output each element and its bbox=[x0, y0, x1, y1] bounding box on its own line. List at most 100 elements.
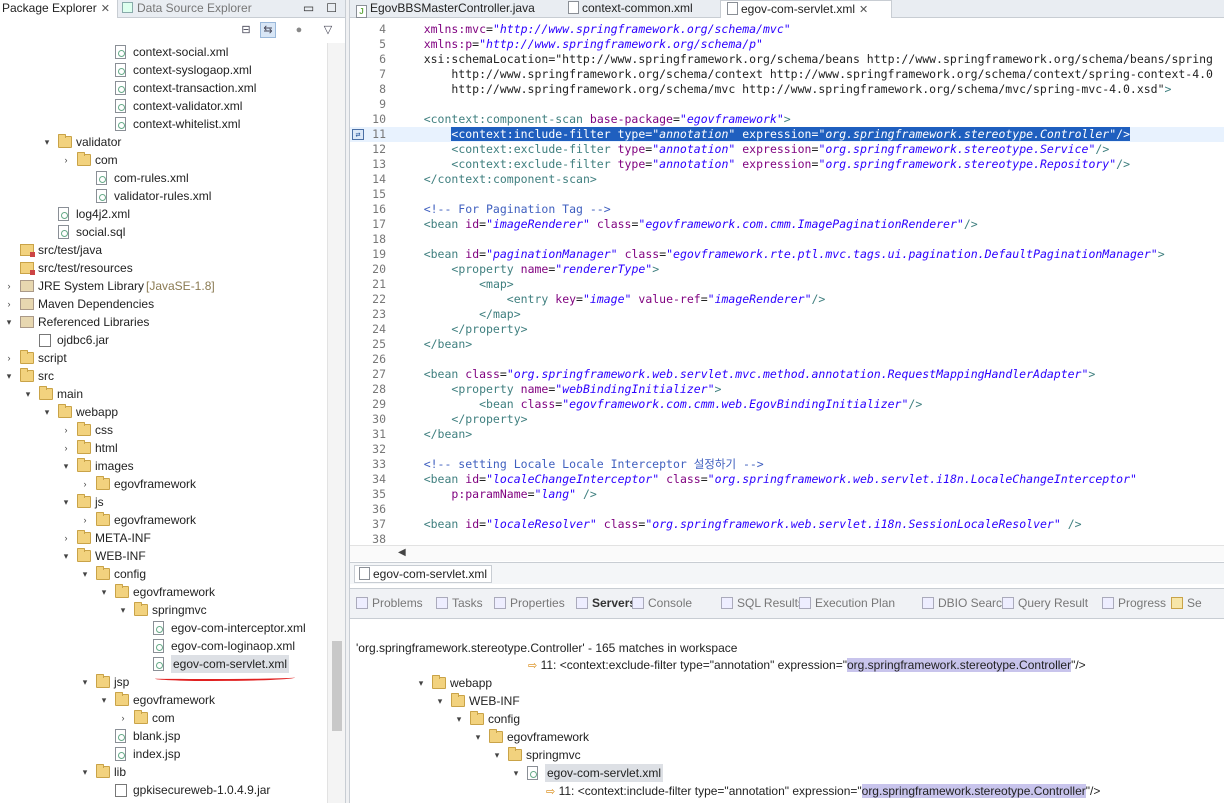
view-tab[interactable]: SQL Results bbox=[721, 596, 804, 610]
explorer-scrollbar[interactable] bbox=[327, 43, 345, 803]
search-tree-item[interactable]: ▾ springmvc bbox=[350, 746, 1224, 764]
tree-item[interactable]: egov-com-servlet.xml bbox=[0, 655, 327, 673]
tree-item[interactable]: com-rules.xml bbox=[0, 169, 327, 187]
search-match-row[interactable]: ⇨ 11: <context:exclude-filter type="anno… bbox=[350, 656, 1224, 674]
code-line[interactable]: 12 <context:exclude-filter type="annotat… bbox=[350, 142, 1224, 157]
view-tab[interactable]: Se bbox=[1171, 596, 1202, 610]
tree-item[interactable]: ▾ egovframework bbox=[0, 583, 327, 601]
tree-item[interactable]: context-validator.xml bbox=[0, 97, 327, 115]
close-icon[interactable]: ✕ bbox=[859, 4, 868, 16]
expanded-icon[interactable]: ▾ bbox=[492, 746, 502, 764]
tree-item[interactable]: ▾ springmvc bbox=[0, 601, 327, 619]
expanded-icon[interactable]: ▾ bbox=[99, 583, 109, 601]
code-line[interactable]: 37 <bean id="localeResolver" class="org.… bbox=[350, 517, 1224, 532]
search-match-row[interactable]: ⇨ 11: <context:include-filter type="anno… bbox=[350, 782, 1224, 800]
search-tree-item[interactable]: ▾ webapp bbox=[350, 674, 1224, 692]
code-line[interactable]: 30 </property> bbox=[350, 412, 1224, 427]
code-area[interactable]: 4 xmlns:mvc="http://www.springframework.… bbox=[350, 22, 1224, 547]
tab-context-common[interactable]: context-common.xml bbox=[562, 0, 717, 18]
code-line[interactable]: 18 bbox=[350, 232, 1224, 247]
code-line[interactable]: 15 bbox=[350, 187, 1224, 202]
search-tree-item[interactable]: ▾ WEB-INF bbox=[350, 692, 1224, 710]
tree-item[interactable]: index.jsp bbox=[0, 745, 327, 763]
code-line[interactable]: 8 http://www.springframework.org/schema/… bbox=[350, 82, 1224, 97]
tree-item[interactable]: validator-rules.xml bbox=[0, 187, 327, 205]
expanded-icon[interactable]: ▾ bbox=[80, 673, 90, 691]
code-line[interactable]: 10 <context:component-scan base-package=… bbox=[350, 112, 1224, 127]
minimize-icon[interactable]: ▭ bbox=[303, 1, 314, 15]
code-line[interactable]: 19 <bean id="paginationManager" class="e… bbox=[350, 247, 1224, 262]
tree-item[interactable]: log4j2.xml bbox=[0, 205, 327, 223]
tree-item[interactable]: › egovframework bbox=[0, 511, 327, 529]
expanded-icon[interactable]: ▾ bbox=[42, 403, 52, 421]
view-tab[interactable]: Progress bbox=[1102, 596, 1166, 610]
tree-item[interactable]: egov-com-interceptor.xml bbox=[0, 619, 327, 637]
code-line[interactable]: 16 <!-- For Pagination Tag --> bbox=[350, 202, 1224, 217]
code-line[interactable]: 35 p:paramName="lang" /> bbox=[350, 487, 1224, 502]
code-line[interactable]: 7 http://www.springframework.org/schema/… bbox=[350, 67, 1224, 82]
scrollbar-thumb[interactable] bbox=[332, 641, 342, 731]
tree-item[interactable]: › Maven Dependencies bbox=[0, 295, 327, 313]
expanded-icon[interactable]: ▾ bbox=[416, 674, 426, 692]
view-tab[interactable]: Console bbox=[632, 596, 692, 610]
tree-item[interactable]: ▾ Referenced Libraries bbox=[0, 313, 327, 331]
search-tree-item[interactable]: ▾ egovframework bbox=[350, 728, 1224, 746]
view-tab[interactable]: Query Result bbox=[1002, 596, 1088, 610]
expanded-icon[interactable]: ▾ bbox=[473, 728, 483, 746]
tree-item[interactable]: social.sql bbox=[0, 223, 327, 241]
code-line[interactable]: 26 bbox=[350, 352, 1224, 367]
tree-item[interactable]: › egovframework bbox=[0, 475, 327, 493]
tree-item[interactable]: ▾ src bbox=[0, 367, 327, 385]
view-menu-icon[interactable]: ● bbox=[291, 22, 307, 38]
code-line[interactable]: 34 <bean id="localeChangeInterceptor" cl… bbox=[350, 472, 1224, 487]
code-line[interactable]: 22 <entry key="image" value-ref="imageRe… bbox=[350, 292, 1224, 307]
expanded-icon[interactable]: ▾ bbox=[99, 691, 109, 709]
dropdown-icon[interactable]: ▽ bbox=[320, 22, 336, 38]
code-line[interactable]: 5 xmlns:p="http://www.springframework.or… bbox=[350, 37, 1224, 52]
link-with-editor-icon[interactable]: ⇆ bbox=[260, 22, 276, 38]
collapsed-icon[interactable]: › bbox=[61, 421, 71, 439]
view-tab[interactable]: Servers bbox=[576, 596, 636, 610]
code-line[interactable]: 36 bbox=[350, 502, 1224, 517]
code-line[interactable]: 13 <context:exclude-filter type="annotat… bbox=[350, 157, 1224, 172]
code-line[interactable]: 23 </map> bbox=[350, 307, 1224, 322]
code-line[interactable]: 25 </bean> bbox=[350, 337, 1224, 352]
collapsed-icon[interactable]: › bbox=[61, 529, 71, 547]
tree-item[interactable]: ▾ js bbox=[0, 493, 327, 511]
collapsed-icon[interactable]: › bbox=[61, 439, 71, 457]
maximize-icon[interactable]: ☐ bbox=[326, 1, 337, 15]
tree-item[interactable]: egov-com-loginaop.xml bbox=[0, 637, 327, 655]
code-line[interactable]: 21 <map> bbox=[350, 277, 1224, 292]
tree-item[interactable]: ▾ webapp bbox=[0, 403, 327, 421]
tree-item[interactable]: gpkisecureweb-1.0.4.9.jar bbox=[0, 781, 327, 799]
expanded-icon[interactable]: ▾ bbox=[511, 764, 521, 782]
view-tab[interactable]: DBIO Search bbox=[922, 596, 1009, 610]
tree-item[interactable]: ▾ config bbox=[0, 565, 327, 583]
tree-item[interactable]: › css bbox=[0, 421, 327, 439]
tree-item[interactable]: blank.jsp bbox=[0, 727, 327, 745]
code-line[interactable]: 20 <property name="rendererType"> bbox=[350, 262, 1224, 277]
code-line[interactable]: 24 </property> bbox=[350, 322, 1224, 337]
code-line[interactable]: 9 bbox=[350, 97, 1224, 112]
expanded-icon[interactable]: ▾ bbox=[435, 692, 445, 710]
tab-data-source-explorer[interactable]: Data Source Explorer bbox=[122, 0, 252, 18]
expanded-icon[interactable]: ▾ bbox=[61, 493, 71, 511]
tree-item[interactable]: context-transaction.xml bbox=[0, 79, 327, 97]
expanded-icon[interactable]: ▾ bbox=[118, 601, 128, 619]
horizontal-scrollbar[interactable]: ◀ bbox=[350, 545, 1224, 561]
view-tab[interactable]: Execution Plan bbox=[799, 596, 895, 610]
collapsed-icon[interactable]: › bbox=[61, 151, 71, 169]
collapsed-icon[interactable]: › bbox=[4, 349, 14, 367]
search-tree-item[interactable]: ▾ config bbox=[350, 710, 1224, 728]
expanded-icon[interactable]: ▾ bbox=[454, 710, 464, 728]
code-line[interactable]: ⇄ 11 <context:include-filter type="annota… bbox=[350, 127, 1224, 142]
collapse-all-icon[interactable]: ⊟ bbox=[238, 22, 254, 38]
search-tree-item[interactable]: ▾ egov-com-servlet.xml bbox=[350, 764, 1224, 782]
tree-item[interactable]: ▾ lib bbox=[0, 763, 327, 781]
tree-item[interactable]: ▾ main bbox=[0, 385, 327, 403]
tree-item[interactable]: ▾ validator bbox=[0, 133, 327, 151]
tree-item[interactable]: src/test/java bbox=[0, 241, 327, 259]
expanded-icon[interactable]: ▾ bbox=[61, 457, 71, 475]
collapsed-icon[interactable]: › bbox=[4, 295, 14, 313]
code-line[interactable]: 17 <bean id="imageRenderer" class="egovf… bbox=[350, 217, 1224, 232]
